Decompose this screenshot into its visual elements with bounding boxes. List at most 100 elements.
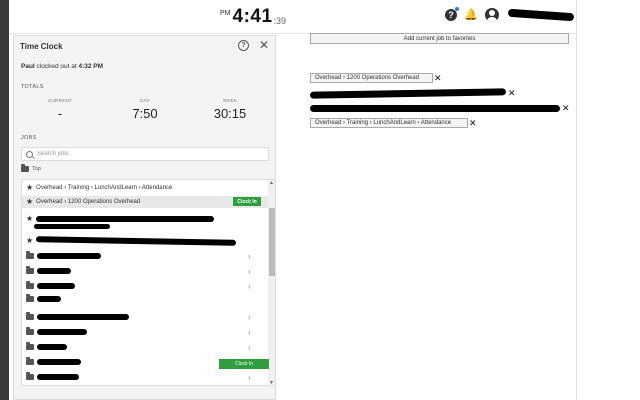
redacted-job — [36, 236, 237, 246]
list-item[interactable]: › — [22, 326, 268, 338]
favorite-chip-label: Overhead › 1200 Operations Overhead — [315, 75, 420, 81]
total-value: - — [57, 106, 63, 121]
panel-title: Time Clock — [20, 41, 63, 51]
total-label: DAY — [140, 98, 150, 103]
jobs-label: JOBS — [21, 135, 37, 141]
scroll-down-icon[interactable]: ▼ — [269, 380, 274, 385]
totals: CURRENT - DAY 7:50 WEEK 30:15 — [14, 98, 277, 128]
chevron-right-icon: › — [248, 266, 251, 276]
folder-icon — [26, 312, 34, 320]
job-search — [21, 147, 269, 161]
help-icon[interactable]: ? — [445, 7, 459, 21]
redacted-job — [36, 216, 215, 222]
top-bar: PM 4:41 :39 ? 🔔 — [9, 0, 576, 34]
total-label: WEEK — [222, 98, 238, 103]
close-icon[interactable]: ✕ — [259, 38, 269, 52]
chevron-right-icon: › — [248, 251, 251, 261]
list-item[interactable]: ★ Overhead › 1200 Operations Overhead Cl… — [22, 196, 268, 208]
list-item[interactable]: › — [22, 265, 268, 277]
redacted-folder — [37, 314, 129, 320]
help-icon-glyph: ? — [448, 10, 454, 20]
notification-dot — [455, 7, 459, 11]
list-item[interactable]: › — [22, 341, 268, 353]
favorite-chip-label: Overhead › Training › LunchAndLearn › At… — [315, 120, 452, 126]
list-item[interactable]: › — [22, 280, 268, 292]
remove-favorite-icon[interactable]: ✕ — [508, 88, 516, 98]
total-value: 30:15 — [213, 106, 247, 121]
total-week: WEEK 30:15 — [200, 98, 260, 121]
chevron-right-icon: › — [248, 312, 251, 322]
list-scrollbar[interactable]: ▲ ▼ — [268, 180, 275, 385]
clock: PM 4:41 :39 — [220, 6, 286, 28]
chevron-right-icon: › — [248, 372, 251, 382]
favorite-chip: Overhead › Training › LunchAndLearn › At… — [310, 118, 468, 128]
status-time: 4:32 PM — [78, 63, 104, 70]
remove-favorite-icon[interactable]: ✕ — [434, 73, 442, 83]
breadcrumb-top-label: Top — [32, 166, 41, 172]
total-value: 7:50 — [132, 106, 158, 121]
favorite-chip — [310, 103, 560, 113]
folder-icon — [26, 372, 34, 380]
redacted-favorite — [309, 87, 507, 99]
breadcrumb-top[interactable]: Top — [21, 164, 41, 172]
user-name: Paul — [21, 63, 35, 70]
add-favorite-button[interactable]: Add current job to favorites — [310, 33, 569, 44]
list-item[interactable]: ★ Overhead › Training › LunchAndLearn › … — [22, 182, 268, 194]
list-item[interactable] — [22, 293, 268, 305]
redacted-user-name — [507, 8, 574, 22]
folder-icon — [26, 281, 34, 289]
list-item[interactable]: ★ — [22, 235, 268, 247]
folder-icon — [26, 266, 34, 274]
search-icon — [26, 150, 33, 158]
folder-icon — [21, 164, 29, 172]
right-edge — [576, 0, 640, 400]
folder-icon — [26, 294, 34, 302]
scroll-up-icon[interactable]: ▲ — [269, 180, 274, 186]
star-icon[interactable]: ★ — [26, 184, 33, 192]
avatar-icon[interactable] — [484, 8, 499, 22]
time-clock-panel: Time Clock ? ✕ Paul clocked out at 4:32 … — [13, 35, 276, 400]
star-icon[interactable]: ★ — [26, 215, 33, 223]
redacted-folder — [37, 296, 61, 302]
remove-favorite-icon[interactable]: ✕ — [469, 118, 477, 128]
redacted-folder — [37, 253, 101, 259]
total-label: CURRENT — [47, 98, 73, 103]
redacted-favorite — [310, 104, 560, 112]
panel-help-icon[interactable]: ? — [238, 40, 249, 51]
clock-time: 4:41 — [232, 6, 273, 27]
clock-status: Paul clocked out at 4:32 PM — [21, 63, 103, 70]
redacted-job — [34, 224, 110, 229]
left-edge — [0, 0, 9, 400]
app: PM 4:41 :39 ? 🔔 Time Clock ? ✕ Paul cloc… — [0, 0, 640, 400]
star-icon[interactable]: ★ — [26, 237, 33, 245]
list-item[interactable]: › — [22, 250, 268, 262]
total-day: DAY 7:50 — [115, 98, 175, 121]
folder-icon — [26, 327, 34, 335]
redacted-folder — [37, 374, 79, 380]
list-item[interactable]: › — [22, 311, 268, 323]
redacted-folder — [37, 268, 71, 274]
favorite-chip: Overhead › 1200 Operations Overhead — [310, 73, 433, 83]
remove-favorite-icon[interactable]: ✕ — [562, 103, 570, 113]
folder-icon — [26, 251, 34, 259]
job-label: Overhead › Training › LunchAndLearn › At… — [36, 185, 173, 191]
job-label: Overhead › 1200 Operations Overhead — [36, 199, 141, 205]
redacted-folder — [37, 344, 67, 350]
bottom-clock-in-button[interactable]: Clock In — [219, 359, 269, 369]
status-text: clocked out at — [34, 63, 79, 70]
search-input[interactable] — [37, 151, 257, 157]
panel-header: Time Clock ? ✕ — [14, 36, 275, 56]
chevron-right-icon: › — [248, 327, 251, 337]
clock-seconds: :39 — [273, 16, 287, 26]
redacted-folder — [37, 283, 75, 289]
star-icon[interactable]: ★ — [26, 198, 33, 206]
folder-icon — [26, 342, 34, 350]
bell-icon[interactable]: 🔔 — [464, 9, 478, 21]
scroll-thumb[interactable] — [269, 208, 275, 276]
chevron-right-icon: › — [248, 281, 251, 291]
list-item[interactable]: › — [22, 371, 268, 383]
folder-icon — [26, 357, 34, 365]
redacted-folder — [37, 329, 87, 335]
clock-in-button[interactable]: Clock In — [233, 197, 261, 206]
clock-ampm: PM — [220, 10, 231, 17]
